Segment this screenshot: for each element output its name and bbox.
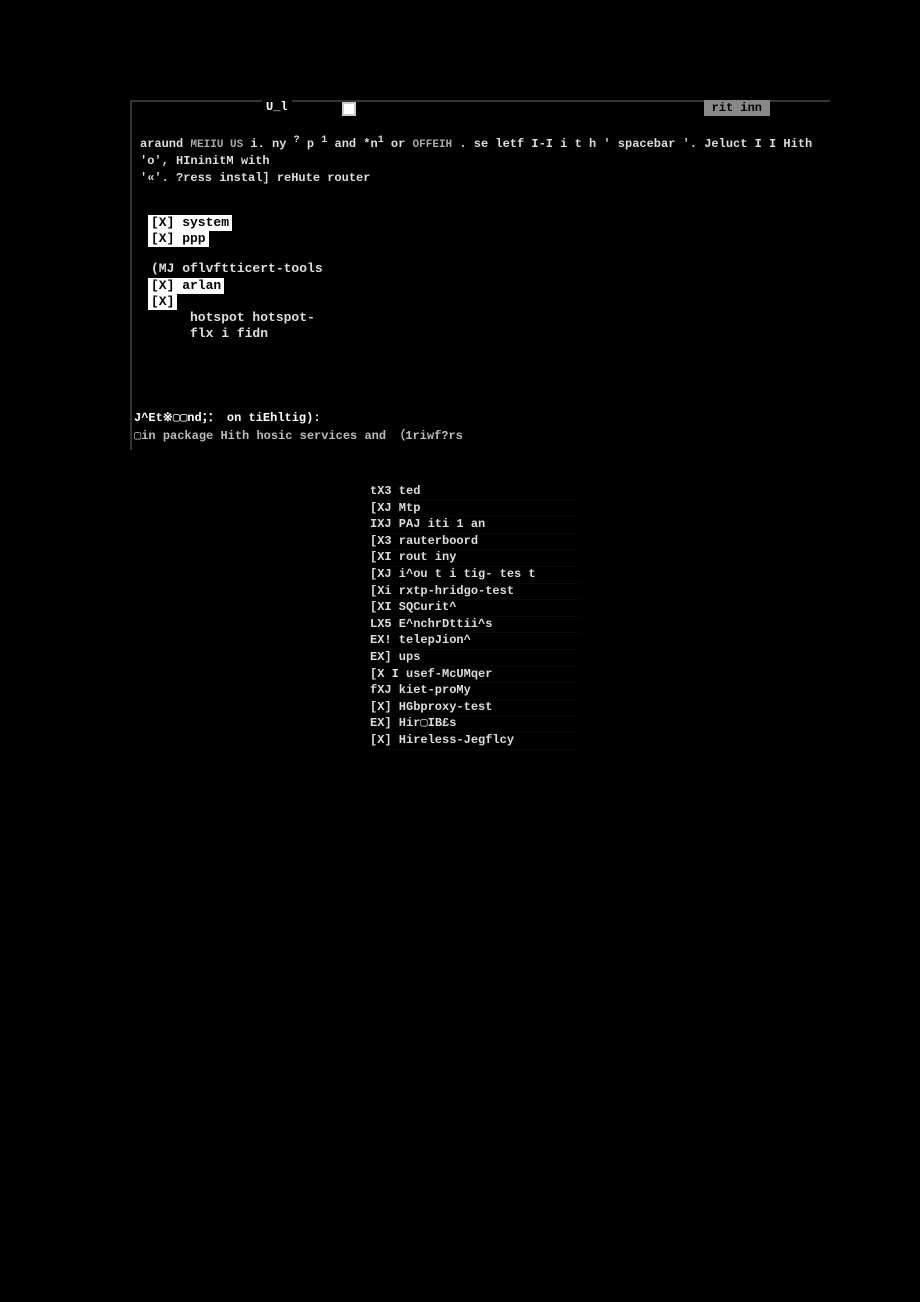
pkg-ups[interactable]: EX] ups: [370, 650, 580, 667]
instr-frag: . se: [452, 137, 495, 151]
pkg-synchronous[interactable]: LX5 E^nchrDttii^s: [370, 617, 580, 634]
pkg-user-manager[interactable]: [X I usef-McUMqer: [370, 667, 580, 684]
pkg-partial[interactable]: [X]: [148, 294, 177, 310]
title-fragment-left: U_l: [262, 100, 292, 114]
package-list-top: [X] system [X] ppp (MJ oflvftticert-tool…: [148, 215, 830, 343]
instr-frag: i. ny: [243, 137, 293, 151]
package-list-bottom: tX3 ted [XJ Mtp IXJ PAJ iti 1 an [X3 rau…: [370, 484, 580, 750]
pkg-advtools[interactable]: (MJ oflvftticert-tools: [148, 261, 326, 277]
title-button-right[interactable]: rit inn: [704, 100, 770, 116]
pkg-system[interactable]: [X] system: [148, 215, 232, 231]
pkg-telephony[interactable]: EX! telepJion^: [370, 633, 580, 650]
pkg-rxtp-bridge-test[interactable]: [Xi rxtp-hridgo-test: [370, 584, 580, 601]
pkg-mtp[interactable]: [XJ Mtp: [370, 501, 580, 518]
pkg-ted[interactable]: tX3 ted: [370, 484, 580, 501]
depends-heading: J^Et※▢▢nd；： on tiEhltig):: [130, 407, 325, 426]
pkg-wireless-legacy[interactable]: [X] Hireless-Jegflcy: [370, 733, 580, 750]
instr-line2: '«'. ?ress instal] reHute router: [140, 171, 370, 185]
pkg-hotspot[interactable]: hotspot hotspot-: [148, 310, 318, 326]
depends-desc: ▢in package Hith hosic services and （1ri…: [130, 426, 830, 443]
instructions-text: araund MEIIU US i. ny ? p 1 and *n1 or O…: [140, 134, 830, 187]
title-bar: U_l rit inn: [130, 100, 830, 120]
instr-frag: araund: [140, 137, 190, 151]
pkg-spacer: [148, 247, 830, 261]
pkg-hgbproxy-test[interactable]: [X] HGbproxy-test: [370, 700, 580, 717]
pkg-fix[interactable]: flx i fidn: [148, 326, 271, 342]
pkg-security[interactable]: [XI SQCurit^: [370, 600, 580, 617]
pkg-wireless[interactable]: EX] Hir▢IB£s: [370, 716, 580, 733]
instr-frag: and *n: [327, 137, 377, 151]
instr-frag: OFFEIH: [413, 139, 453, 151]
pkg-arlan[interactable]: [X] arlan: [148, 278, 224, 294]
pkg-routerboard[interactable]: [X3 rauterboord: [370, 534, 580, 551]
depends-block: J^Et※▢▢nd；： on tiEhltig): ▢in package Hi…: [130, 407, 830, 443]
frame-left-border: [130, 120, 132, 450]
title-checkbox-icon: [342, 102, 356, 116]
instr-frag: MEIIU US: [190, 139, 243, 151]
pkg-routing-test[interactable]: [XJ i^ou t i tig- tes t: [370, 567, 580, 584]
installer-window: U_l rit inn araund MEIIU US i. ny ? p 1 …: [130, 100, 830, 443]
instr-frag: or: [384, 137, 413, 151]
pkg-kiet-proxy[interactable]: fXJ kiet-proMy: [370, 683, 580, 700]
instr-frag: p: [300, 137, 322, 151]
pkg-ppp[interactable]: [X] ppp: [148, 231, 209, 247]
pkg-pajitian[interactable]: IXJ PAJ iti 1 an: [370, 517, 580, 534]
pkg-routing[interactable]: [XI rout iny: [370, 550, 580, 567]
